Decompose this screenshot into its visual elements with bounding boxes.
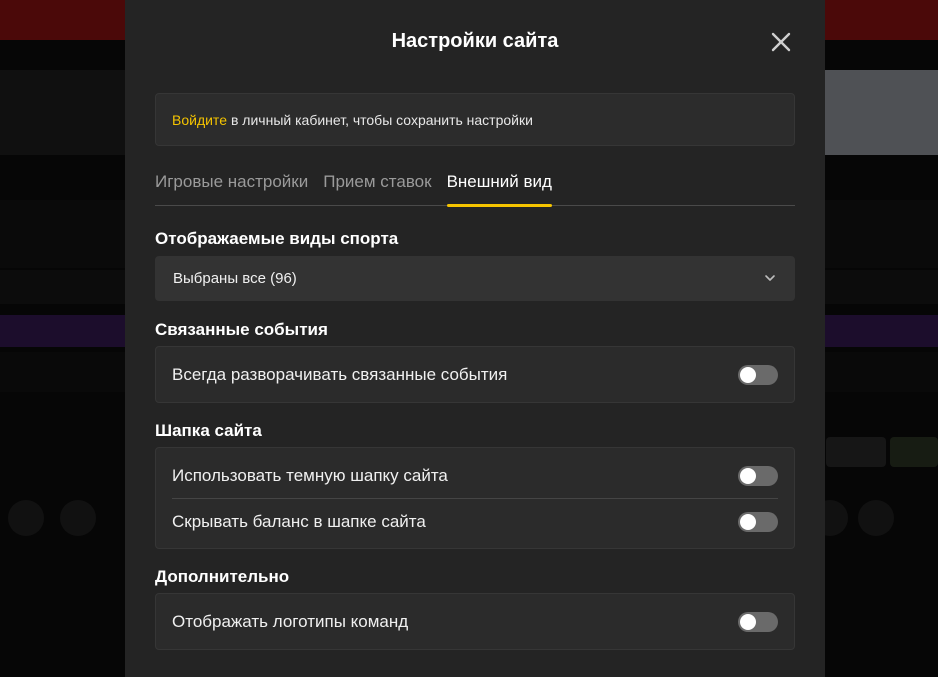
- sports-section-title: Отображаемые виды спорта: [155, 229, 399, 248]
- close-icon: [771, 32, 791, 52]
- extra-section-title: Дополнительно: [155, 567, 290, 586]
- login-link[interactable]: Войдите: [172, 112, 227, 128]
- setting-row-hide-balance: Скрывать баланс в шапке сайта: [156, 499, 794, 544]
- setting-label: Скрывать баланс в шапке сайта: [172, 511, 426, 531]
- tab-appearance[interactable]: Внешний вид: [446, 170, 553, 207]
- tab-game-settings[interactable]: Игровые настройки: [155, 170, 308, 206]
- sports-select-value: Выбраны все (96): [173, 270, 297, 287]
- settings-modal: Настройки сайта Войдите в личный кабинет…: [125, 0, 825, 677]
- toggle-team-logos[interactable]: [738, 612, 778, 632]
- toggle-knob: [740, 614, 756, 630]
- setting-label: Отображать логотипы команд: [172, 611, 409, 631]
- related-settings-card: Всегда разворачивать связанные события: [155, 346, 795, 403]
- modal-title: Настройки сайта: [391, 30, 559, 52]
- settings-tabs: Игровые настройки Прием ставок Внешний в…: [155, 170, 795, 207]
- toggle-hide-balance[interactable]: [738, 512, 778, 532]
- setting-label: Использовать темную шапку сайта: [172, 465, 448, 485]
- setting-label: Всегда разворачивать связанные события: [172, 364, 508, 384]
- toggle-expand-related[interactable]: [738, 365, 778, 385]
- toggle-knob: [740, 514, 756, 530]
- sports-select[interactable]: Выбраны все (96): [155, 256, 795, 301]
- header-section-title: Шапка сайта: [155, 421, 262, 440]
- extra-settings-card: Отображать логотипы команд: [155, 593, 795, 650]
- toggle-knob: [740, 468, 756, 484]
- login-notice-text: в личный кабинет, чтобы сохранить настро…: [230, 111, 533, 128]
- setting-row-dark-header: Использовать темную шапку сайта: [156, 453, 794, 498]
- tab-bet-acceptance[interactable]: Прием ставок: [323, 170, 431, 206]
- close-button[interactable]: [765, 26, 797, 58]
- related-section-title: Связанные события: [155, 320, 328, 339]
- header-settings-card: Использовать темную шапку сайта Скрывать…: [155, 447, 795, 549]
- toggle-knob: [740, 367, 756, 383]
- login-notice: Войдите в личный кабинет, чтобы сохранит…: [155, 93, 795, 146]
- chevron-down-icon: [765, 275, 775, 281]
- setting-row-expand-related: Всегда разворачивать связанные события: [156, 352, 794, 397]
- toggle-dark-header[interactable]: [738, 466, 778, 486]
- setting-row-team-logos: Отображать логотипы команд: [156, 599, 794, 644]
